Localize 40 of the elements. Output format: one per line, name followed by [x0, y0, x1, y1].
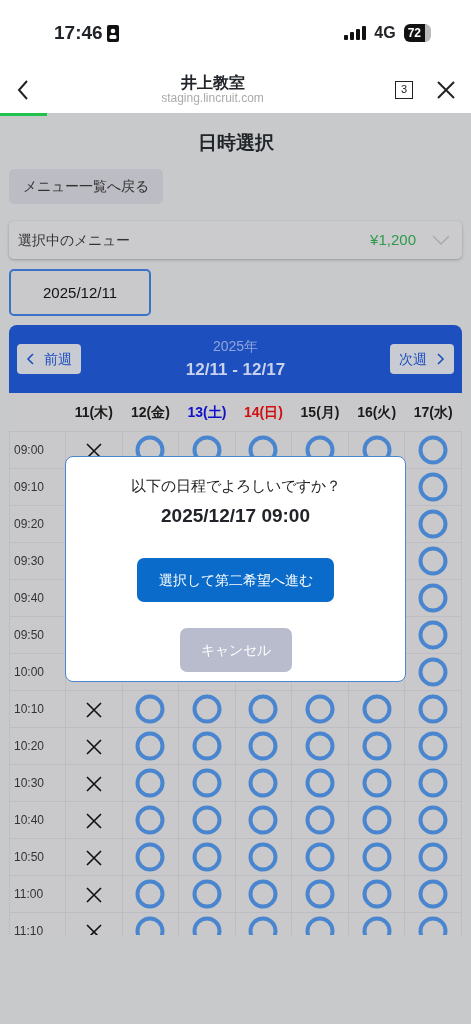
date-field[interactable]: 2025/12/11	[9, 269, 151, 317]
signal-icon	[344, 26, 367, 40]
year-label: 2025年	[211, 337, 260, 357]
time-label: 11:10	[9, 912, 66, 935]
day-header: 17(水)	[404, 393, 462, 432]
time-label: 09:00	[9, 431, 66, 469]
chevron-left-icon	[26, 353, 34, 366]
day-header: 16(火)	[348, 393, 405, 432]
dialog-datetime: 2025/12/17 09:00	[160, 503, 311, 528]
day-header: 15(月)	[291, 393, 349, 432]
price-text: ¥1,200	[370, 229, 416, 250]
heading: 日時選択	[196, 131, 275, 155]
next-week-button[interactable]: 次週	[390, 344, 454, 375]
clock-time: 17:46	[54, 20, 103, 45]
day-header: 11(木)	[65, 393, 123, 432]
back-icon	[16, 78, 30, 101]
page-title: 井上教室	[179, 73, 246, 92]
confirm-button[interactable]: 選択して第二希望へ進む	[137, 558, 334, 602]
close-icon	[437, 80, 455, 99]
time-label: 10:50	[9, 838, 66, 876]
time-label: 10:20	[9, 727, 66, 765]
time-label: 10:30	[9, 764, 66, 802]
day-header: 13(土)	[178, 393, 236, 432]
previous-week-button[interactable]: 前週	[17, 344, 81, 375]
person-badge-icon	[106, 24, 119, 42]
network-label: 4G	[374, 23, 396, 43]
time-label: 11:00	[9, 875, 66, 913]
back-to-menu-button[interactable]: メニュー一覧へ戻る	[9, 168, 163, 204]
time-label: 10:40	[9, 801, 66, 839]
url-text: staging.lincruit.com	[160, 91, 265, 106]
week-range: 12/11 - 12/17	[185, 359, 286, 382]
day-header: 14(日)	[235, 393, 292, 432]
menu-dropdown[interactable]: 選択中のメニュー ¥1,200	[9, 220, 462, 260]
day-header: 12(金)	[122, 393, 179, 432]
battery-indicator: 72	[403, 24, 431, 42]
tabs-button[interactable]: 3	[395, 80, 413, 99]
dialog-message: 以下の日程でよろしいですか？	[129, 476, 342, 496]
dropdown-label: 選択中のメニュー	[18, 230, 131, 250]
time-label: 10:10	[9, 690, 66, 728]
chevron-right-icon	[437, 353, 445, 366]
